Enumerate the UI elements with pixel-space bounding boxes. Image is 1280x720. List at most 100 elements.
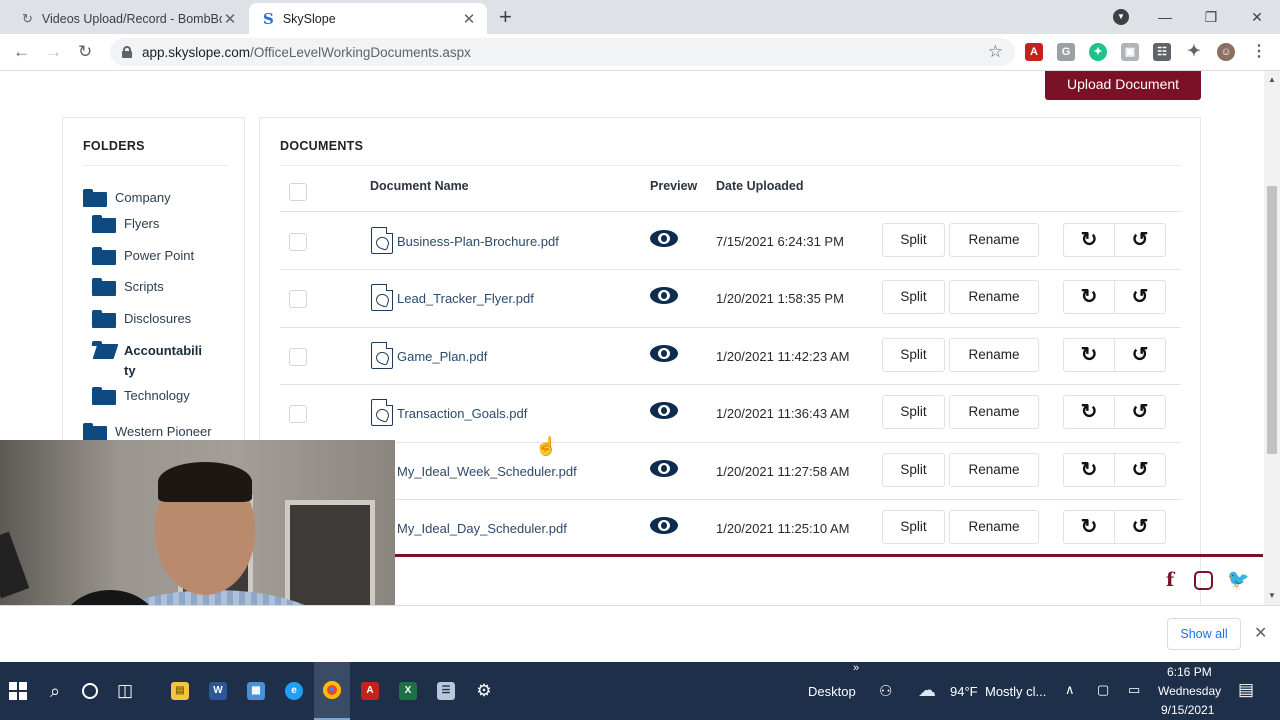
scroll-up-arrow-icon[interactable]: ▲ [1268, 75, 1276, 84]
back-button[interactable]: ← [13, 42, 30, 62]
notifications-icon[interactable]: ▤ [1238, 680, 1254, 700]
rotate-clockwise-icon[interactable]: ↻ [1063, 453, 1115, 487]
edge-icon[interactable]: e [276, 662, 312, 720]
row-checkbox[interactable] [289, 290, 307, 308]
close-downloads-bar-icon[interactable]: ✕ [1254, 623, 1267, 643]
battery-icon[interactable]: ▭ [1128, 682, 1140, 698]
document-name-link[interactable]: Game_Plan.pdf [397, 349, 487, 364]
split-button[interactable]: Split [882, 280, 945, 314]
control-panel-icon[interactable]: ▦ [238, 662, 274, 720]
document-name-link[interactable]: Lead_Tracker_Flyer.pdf [397, 291, 534, 306]
folder-western-pioneer[interactable]: Western Pioneer [83, 423, 212, 441]
document-name-link[interactable]: Business-Plan-Brochure.pdf [397, 234, 559, 249]
preview-eye-icon[interactable] [650, 345, 678, 362]
more-menu-icon[interactable]: ⋮ [1250, 43, 1268, 61]
close-tab-icon[interactable]: ✕ [461, 10, 477, 28]
forward-button[interactable]: → [45, 42, 62, 62]
grammarly-extension-icon[interactable]: G [1057, 43, 1075, 61]
folder-company[interactable]: Company [83, 189, 171, 207]
acrobat-icon[interactable]: A [352, 662, 388, 720]
row-checkbox[interactable] [289, 348, 307, 366]
folder-accountability[interactable]: Accountability [92, 341, 217, 381]
preview-eye-icon[interactable] [650, 517, 678, 534]
close-window-button[interactable]: ✕ [1234, 9, 1280, 26]
instagram-icon[interactable] [1194, 571, 1213, 590]
rename-button[interactable]: Rename [949, 510, 1039, 544]
rotate-counterclockwise-icon[interactable]: ↺ [1114, 395, 1166, 429]
rotate-counterclockwise-icon[interactable]: ↺ [1114, 338, 1166, 372]
rotate-clockwise-icon[interactable]: ↻ [1063, 280, 1115, 314]
address-bar[interactable]: app.skyslope.com/OfficeLevelWorkingDocum… [110, 38, 1015, 66]
column-date-uploaded[interactable]: Date Uploaded [716, 179, 804, 193]
document-name-link[interactable]: Transaction_Goals.pdf [397, 406, 527, 421]
document-name-link[interactable]: My_Ideal_Week_Scheduler.pdf [397, 464, 577, 479]
facebook-icon[interactable]: f [1166, 569, 1174, 591]
page-scrollbar[interactable]: ▲ ▼ [1264, 71, 1280, 605]
excel-icon[interactable]: X [390, 662, 426, 720]
rotate-clockwise-icon[interactable]: ↻ [1063, 338, 1115, 372]
weather-description[interactable]: Mostly cl... [985, 684, 1046, 699]
split-button[interactable]: Split [882, 510, 945, 544]
tab-search-icon[interactable]: ▼ [1113, 9, 1129, 25]
preview-eye-icon[interactable] [650, 230, 678, 247]
close-tab-icon[interactable]: ✕ [222, 10, 238, 28]
preview-eye-icon[interactable] [650, 460, 678, 477]
acrobat-extension-icon[interactable]: A [1025, 43, 1043, 61]
word-icon[interactable]: W [200, 662, 236, 720]
folder-disclosures[interactable]: Disclosures [92, 310, 191, 328]
search-icon[interactable]: ⌕ [38, 662, 72, 720]
file-explorer-icon[interactable]: ▤ [162, 662, 198, 720]
green-extension-icon[interactable]: ✦ [1089, 43, 1107, 61]
chrome-icon[interactable]: ● [314, 662, 350, 720]
reload-button[interactable]: ↻ [78, 42, 92, 62]
settings-gear-icon[interactable]: ⚙ [466, 662, 502, 720]
overflow-chevron-icon[interactable]: » [853, 662, 859, 674]
show-all-downloads-button[interactable]: Show all [1167, 618, 1241, 650]
twitter-icon[interactable]: 🐦 [1227, 569, 1249, 590]
gray-extension-icon[interactable]: ▣ [1121, 43, 1139, 61]
tab-bombbomb[interactable]: ↻ Videos Upload/Record - BombBomb ✕ [8, 3, 248, 34]
weather-temperature[interactable]: 94°F [950, 684, 978, 699]
cortana-icon[interactable] [74, 662, 106, 720]
people-icon[interactable]: ⚇ [879, 682, 892, 700]
rotate-clockwise-icon[interactable]: ↻ [1063, 510, 1115, 544]
grid-extension-icon[interactable]: ☷ [1153, 43, 1171, 61]
rename-button[interactable]: Rename [949, 453, 1039, 487]
folder-technology[interactable]: Technology [92, 387, 190, 405]
rename-button[interactable]: Rename [949, 395, 1039, 429]
rotate-counterclockwise-icon[interactable]: ↺ [1114, 510, 1166, 544]
split-button[interactable]: Split [882, 223, 945, 257]
rotate-counterclockwise-icon[interactable]: ↺ [1114, 280, 1166, 314]
scroll-thumb[interactable] [1267, 186, 1277, 454]
minimize-button[interactable]: — [1142, 9, 1188, 25]
clock-date[interactable]: 9/15/2021 [1161, 703, 1214, 717]
folder-flyers[interactable]: Flyers [92, 215, 159, 233]
row-checkbox[interactable] [289, 233, 307, 251]
tab-skyslope[interactable]: S SkySlope ✕ [249, 3, 487, 34]
rename-button[interactable]: Rename [949, 280, 1039, 314]
extensions-puzzle-icon[interactable]: ✦ [1185, 43, 1203, 61]
rename-button[interactable]: Rename [949, 338, 1039, 372]
new-tab-button[interactable]: + [499, 6, 512, 28]
desktop-toolbar-label[interactable]: Desktop [808, 684, 856, 699]
clock-time[interactable]: 6:16 PM [1167, 665, 1212, 679]
rotate-clockwise-icon[interactable]: ↻ [1063, 395, 1115, 429]
restore-button[interactable]: ❐ [1188, 9, 1234, 26]
row-checkbox[interactable] [289, 405, 307, 423]
split-button[interactable]: Split [882, 453, 945, 487]
select-all-checkbox[interactable] [289, 183, 307, 201]
profile-avatar[interactable]: ☺ [1217, 43, 1235, 61]
weather-cloud-icon[interactable]: ☁ [918, 680, 936, 701]
folder-scripts[interactable]: Scripts [92, 278, 164, 296]
task-view-icon[interactable]: ◫ [108, 662, 142, 720]
preview-eye-icon[interactable] [650, 287, 678, 304]
device-icon[interactable]: ▢ [1097, 682, 1109, 698]
scroll-down-arrow-icon[interactable]: ▼ [1268, 591, 1276, 600]
show-hidden-icons-chevron-icon[interactable]: ∧ [1065, 682, 1075, 698]
column-document-name[interactable]: Document Name [370, 179, 469, 193]
rename-button[interactable]: Rename [949, 223, 1039, 257]
rotate-counterclockwise-icon[interactable]: ↺ [1114, 223, 1166, 257]
preview-eye-icon[interactable] [650, 402, 678, 419]
clock-day[interactable]: Wednesday [1158, 684, 1221, 698]
upload-document-button[interactable]: Upload Document [1045, 71, 1201, 100]
